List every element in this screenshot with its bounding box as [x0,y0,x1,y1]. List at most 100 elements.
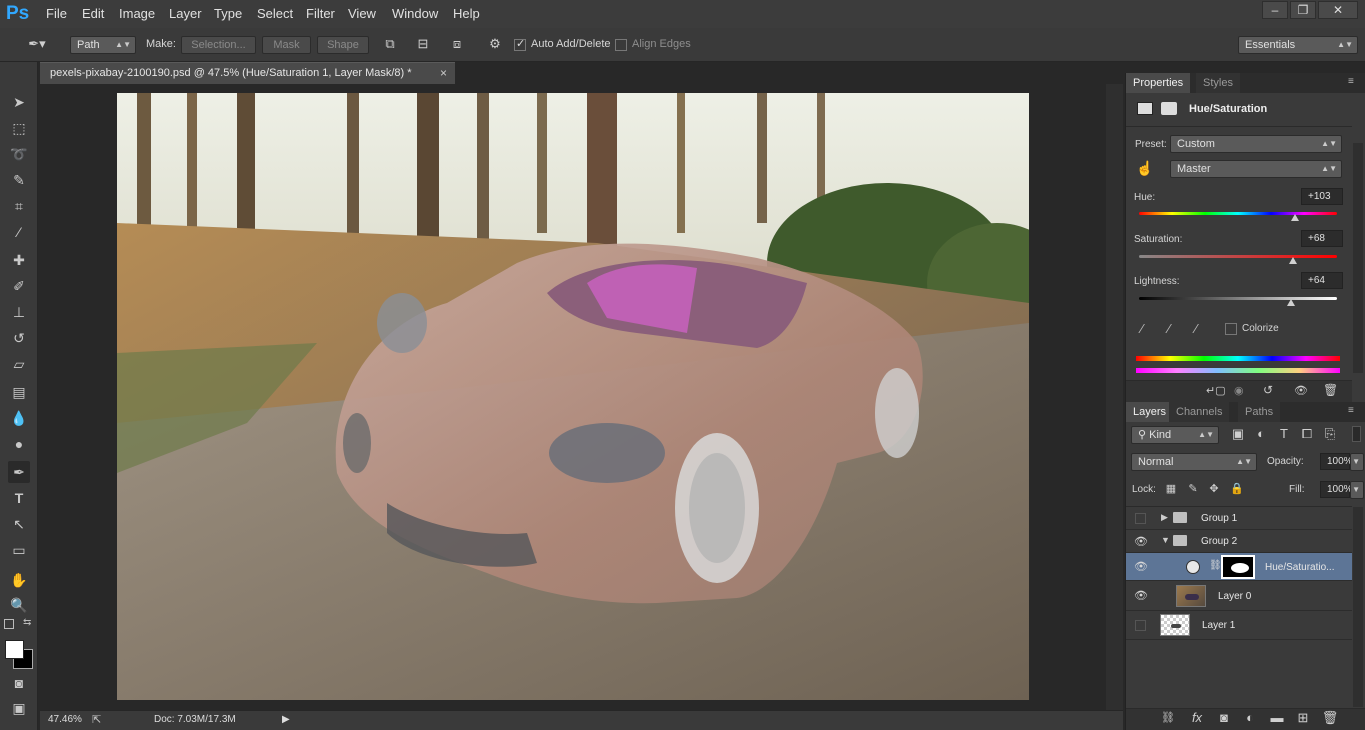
delete-layer-icon[interactable]: 🗑 [1321,710,1339,726]
hue-slider-thumb[interactable] [1291,214,1300,221]
filter-smart-object-icon[interactable]: ⎘ [1322,426,1338,442]
eyedropper-icon[interactable]: ⁄ [1141,321,1143,336]
layer-row-layer-1[interactable]: Layer 1 [1126,611,1352,640]
swap-colors-icon[interactable]: ⇆ [23,617,31,628]
new-group-icon[interactable]: ▬ [1268,710,1286,725]
layers-scrollbar[interactable] [1353,507,1363,707]
menu-type[interactable]: Type [214,6,242,21]
gear-icon[interactable]: ⚙ [486,36,504,52]
vertical-scrollbar[interactable] [1106,84,1123,710]
lock-pixels-icon[interactable]: ✎ [1186,482,1200,495]
menu-filter[interactable]: Filter [306,6,335,21]
layer-mask-thumbnail[interactable] [1221,555,1255,579]
clip-to-layer-icon[interactable]: ↵▢ [1206,384,1226,397]
reset-icon[interactable]: ↺ [1263,383,1273,397]
eye-icon[interactable]: 👁 [1134,589,1148,603]
chain-link-icon[interactable]: ⛓ [1209,560,1222,571]
expand-arrow-icon[interactable]: ▶ [1161,512,1168,523]
lock-all-icon[interactable]: 🔒 [1230,482,1244,495]
dodge-tool-icon[interactable]: ● [8,433,30,455]
close-icon[interactable]: ✕ [1318,1,1358,19]
quick-selection-tool-icon[interactable]: ✎ [8,169,30,191]
menu-image[interactable]: Image [119,6,155,21]
saturation-slider-thumb[interactable] [1289,257,1298,264]
visibility-off-icon[interactable] [1135,620,1146,631]
screen-mode-icon[interactable]: ▣ [8,697,30,719]
eyedropper-tool-icon[interactable]: ⁄ [8,221,30,243]
channel-dropdown[interactable]: Master ▲▼ [1170,160,1342,178]
opacity-dropdown[interactable]: ▼ [1350,453,1364,471]
link-layers-icon[interactable]: ⛓ [1159,711,1177,724]
path-arrangement-icon[interactable]: ⧈ [447,36,467,52]
hand-tool-icon[interactable]: ✋ [8,569,30,591]
layer-row-hue-saturation[interactable]: 👁 ⛓ Hue/Saturatio... [1126,553,1352,581]
restore-icon[interactable]: ❐ [1290,1,1316,19]
align-edges-checkbox[interactable] [615,39,627,51]
eyedropper-minus-icon[interactable]: ⁄ [1195,321,1197,336]
lightness-slider-track[interactable] [1139,297,1337,300]
clone-stamp-tool-icon[interactable]: ⊥ [8,301,30,323]
mask-button[interactable]: Mask [262,36,311,54]
blur-tool-icon[interactable]: 💧 [8,407,30,429]
pen-tool-preset-icon[interactable]: ✒▾ [22,36,52,52]
filter-toggle[interactable] [1352,426,1361,442]
menu-view[interactable]: View [348,6,376,21]
tab-styles[interactable]: Styles [1196,73,1240,93]
saturation-input[interactable]: +68 [1301,230,1343,247]
zoom-tool-icon[interactable]: 🔍 [8,594,30,616]
menu-help[interactable]: Help [453,6,480,21]
menu-select[interactable]: Select [257,6,293,21]
filter-adjustment-icon[interactable]: ◐ [1253,426,1269,441]
adjustment-icon[interactable] [1137,102,1153,115]
collapse-arrow-icon[interactable]: ▼ [1161,535,1170,545]
close-tab-icon[interactable]: × [440,66,447,80]
add-mask-icon[interactable]: ◙ [1215,710,1233,725]
panel-menu-icon[interactable]: ≡ [1348,76,1354,87]
tab-layers[interactable]: Layers [1126,402,1174,422]
export-icon[interactable]: ⇱ [92,713,101,726]
zoom-level[interactable]: 47.46% [48,714,82,725]
eraser-tool-icon[interactable]: ▱ [8,353,30,375]
brush-tool-icon[interactable]: ✐ [8,275,30,297]
delete-adjustment-icon[interactable]: 🗑 [1323,383,1338,397]
layers-menu-icon[interactable]: ≡ [1348,405,1354,416]
filter-shape-icon[interactable]: ⧠ [1299,426,1315,442]
minimize-icon[interactable]: – [1262,1,1288,19]
properties-scrollbar[interactable] [1353,143,1363,373]
blend-mode-dropdown[interactable]: Normal ▲▼ [1131,453,1257,471]
menu-window[interactable]: Window [392,6,438,21]
status-menu-arrow-icon[interactable]: ▶ [282,714,290,725]
opacity-input[interactable]: 100% [1320,453,1353,470]
history-brush-tool-icon[interactable]: ↺ [8,327,30,349]
lightness-input[interactable]: +64 [1301,272,1343,289]
colorize-checkbox[interactable] [1225,323,1237,335]
document-tab[interactable]: pexels-pixabay-2100190.psd @ 47.5% (Hue/… [40,62,455,84]
tool-mode-dropdown[interactable]: Path ▲▼ [70,36,136,54]
layer-style-fx-icon[interactable]: fx [1188,710,1206,725]
toggle-visibility-icon[interactable]: 👁 [1294,384,1308,397]
lock-position-icon[interactable]: ✥ [1207,482,1221,495]
marquee-tool-icon[interactable]: ⬚ [8,117,30,139]
foreground-color-swatch[interactable] [5,640,24,659]
default-colors-icon[interactable] [4,619,14,629]
filter-type-icon[interactable]: T [1276,426,1292,441]
new-layer-icon[interactable]: ⊞ [1294,710,1312,726]
lasso-tool-icon[interactable]: ➰ [8,143,30,165]
targeted-adjustment-hand-icon[interactable]: ☝ [1136,160,1153,177]
path-selection-tool-icon[interactable]: ↖ [8,513,30,535]
view-previous-icon[interactable]: ◉ [1234,384,1244,397]
layer-row-group-2[interactable]: 👁 ▼ Group 2 [1126,530,1352,553]
saturation-slider-track[interactable] [1139,255,1337,258]
tab-paths[interactable]: Paths [1238,402,1281,422]
rectangle-tool-icon[interactable]: ▭ [8,539,30,561]
hue-input[interactable]: +103 [1301,188,1343,205]
preset-dropdown[interactable]: Custom ▲▼ [1170,135,1342,153]
crop-tool-icon[interactable]: ⌗ [8,195,30,217]
lightness-slider-thumb[interactable] [1287,299,1296,306]
lock-transparent-icon[interactable]: ▦ [1164,482,1178,495]
pen-tool-icon[interactable]: ✒ [8,461,30,483]
menu-layer[interactable]: Layer [169,6,202,21]
selection-button[interactable]: Selection... [181,36,256,54]
type-tool-icon[interactable]: T [8,487,30,509]
eye-icon[interactable]: 👁 [1134,535,1148,549]
